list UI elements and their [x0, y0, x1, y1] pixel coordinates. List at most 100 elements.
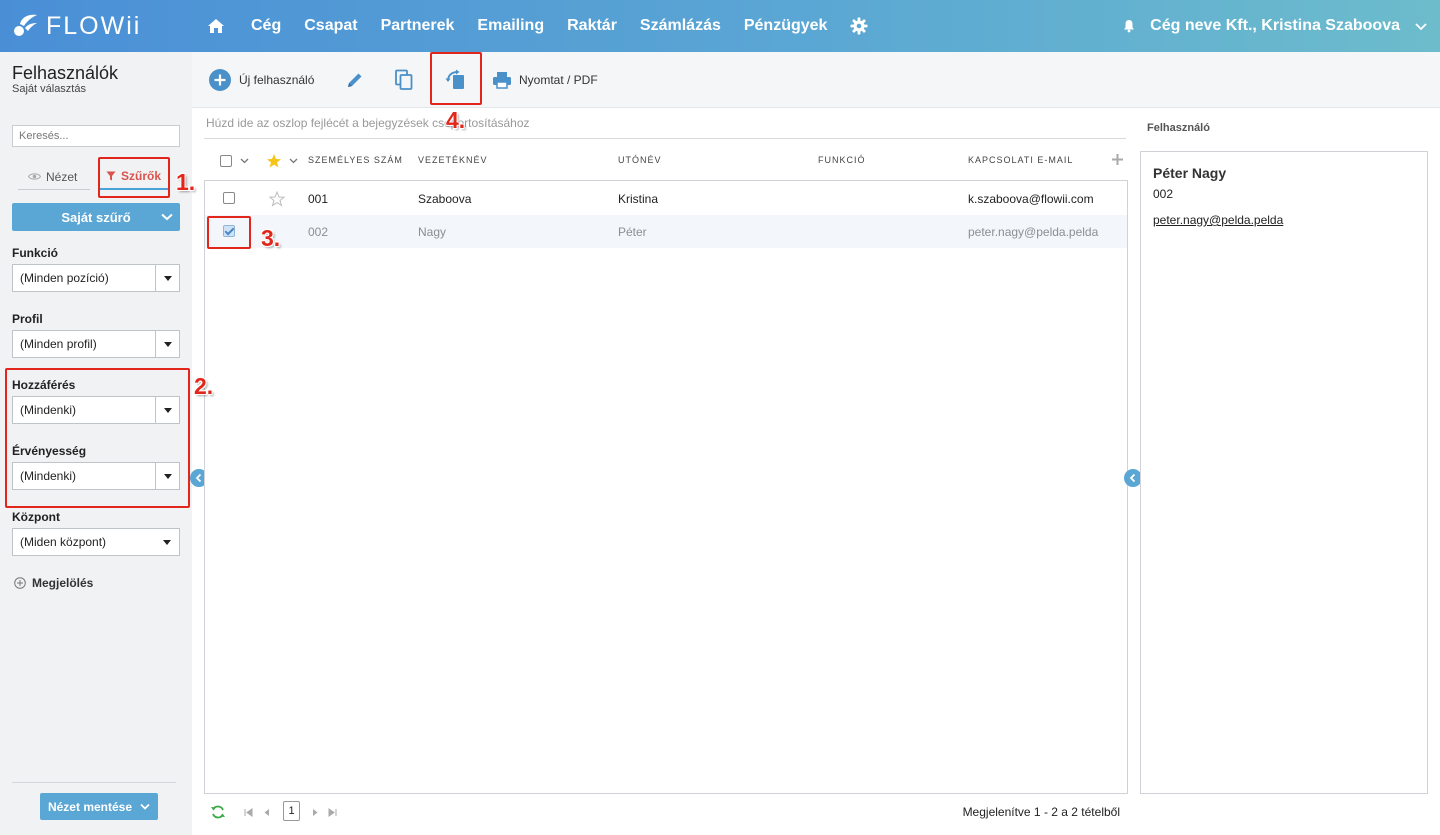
- table-row[interactable]: 001 Szaboova Kristina k.szaboova@flowii.…: [205, 182, 1127, 215]
- table-row[interactable]: 002 Nagy Péter peter.nagy@pelda.pelda: [205, 215, 1127, 248]
- nav-item-csapat[interactable]: Csapat: [304, 17, 357, 35]
- column-header-number[interactable]: Személyes szám: [308, 155, 403, 165]
- function-select[interactable]: (Minden pozíció): [12, 264, 180, 292]
- user-menu[interactable]: Cég neve Kft., Kristina Szaboova: [1122, 0, 1428, 52]
- filter-label-funkcio: Funkció: [12, 246, 59, 260]
- center-select-value: (Miden központ): [20, 535, 107, 549]
- star-filter-icon[interactable]: [266, 153, 282, 169]
- select-all-checkbox[interactable]: [220, 155, 232, 167]
- annotation-number-2: 2.: [194, 373, 214, 399]
- copy-icon: [395, 69, 413, 90]
- nav-item-emailing[interactable]: Emailing: [477, 17, 544, 35]
- detail-name: Péter Nagy: [1153, 165, 1227, 181]
- pager-info: Megjelenítve 1 - 2 a 2 tételből: [962, 805, 1120, 819]
- profile-select-value: (Minden profil): [20, 337, 97, 351]
- flowii-logo-icon: [14, 14, 37, 36]
- chevron-down-icon: [161, 213, 173, 221]
- pager: 1 Megjelenítve 1 - 2 a 2 tételből: [204, 798, 1128, 826]
- plus-circle-icon: [14, 577, 26, 589]
- own-filter-label: Saját szűrő: [61, 209, 131, 225]
- own-filter-dropdown[interactable]: [154, 203, 180, 231]
- chevron-down-icon: [140, 803, 150, 810]
- dropdown-arrow-icon: [155, 265, 179, 291]
- column-header-function[interactable]: Funkció: [818, 155, 866, 165]
- add-mark-button[interactable]: Megjelölés: [14, 576, 93, 590]
- dropdown-arrow-icon: [155, 529, 179, 555]
- tab-view[interactable]: Nézet: [18, 164, 90, 190]
- logo-text: FLOWii: [46, 11, 142, 40]
- prev-page-icon[interactable]: [263, 808, 270, 817]
- grid-header: Személyes szám Vezetéknév Utónév Funkció…: [204, 146, 1126, 174]
- detail-email-link[interactable]: peter.nagy@pelda.pelda: [1153, 213, 1283, 227]
- own-filter-button[interactable]: Saját szűrő: [12, 203, 180, 231]
- chevron-left-icon: [1129, 473, 1136, 483]
- printer-icon: [493, 72, 511, 89]
- nav-item-szamlazas[interactable]: Számlázás: [640, 17, 721, 35]
- refresh-icon[interactable]: [210, 804, 226, 820]
- last-page-icon[interactable]: [328, 808, 337, 817]
- edit-button[interactable]: [345, 66, 365, 94]
- new-user-label: Új felhasználó: [239, 73, 315, 87]
- cell-last-name: Szaboova: [418, 192, 472, 206]
- nav-item-ceg[interactable]: Cég: [251, 17, 281, 35]
- eye-icon: [28, 173, 41, 180]
- page-title: Felhasználók: [12, 63, 119, 83]
- add-column-icon[interactable]: [1111, 153, 1124, 166]
- home-icon[interactable]: [205, 15, 227, 37]
- print-pdf-label: Nyomtat / PDF: [519, 73, 598, 87]
- top-navigation-bar: FLOWii Cég Csapat Partnerek Emailing Rak…: [0, 0, 1440, 52]
- grid-body: 001 Szaboova Kristina k.szaboova@flowii.…: [204, 180, 1128, 794]
- column-header-email[interactable]: Kapcsolati e-mail: [968, 155, 1073, 165]
- cell-last-name: Nagy: [418, 225, 447, 239]
- center-select[interactable]: (Miden központ): [12, 528, 180, 556]
- nav-item-partnerek[interactable]: Partnerek: [381, 17, 455, 35]
- current-page[interactable]: 1: [283, 801, 300, 821]
- main-nav: Cég Csapat Partnerek Emailing Raktár Szá…: [205, 0, 868, 52]
- nav-item-penzugyek[interactable]: Pénzügyek: [744, 17, 828, 35]
- cell-first-name: Péter: [618, 225, 647, 239]
- cell-number: 002: [308, 225, 329, 239]
- page-subtitle: Saját választás: [12, 83, 86, 95]
- tab-view-label: Nézet: [46, 169, 78, 184]
- cell-number: 001: [308, 192, 329, 206]
- group-by-hint[interactable]: Húzd ide az oszlop fejlécét a bejegyzése…: [206, 116, 530, 130]
- sidebar-divider: [12, 782, 176, 783]
- user-detail-panel: Péter Nagy 002 peter.nagy@pelda.pelda: [1140, 151, 1428, 794]
- annotation-box-4: [430, 52, 482, 105]
- copy-button[interactable]: [394, 66, 414, 94]
- group-area-divider: [204, 138, 1126, 139]
- print-pdf-button[interactable]: Nyomtat / PDF: [492, 66, 598, 94]
- chevron-down-icon[interactable]: [240, 158, 249, 164]
- profile-select[interactable]: (Minden profil): [12, 330, 180, 358]
- cell-email: k.szaboova@flowii.com: [968, 192, 1094, 206]
- annotation-number-4: 4.: [446, 107, 466, 133]
- next-page-icon[interactable]: [312, 808, 319, 817]
- user-company-name[interactable]: Cég neve Kft., Kristina Szaboova: [1150, 17, 1400, 35]
- detail-number: 002: [1153, 187, 1174, 201]
- detail-tab-user[interactable]: Felhasználó: [1147, 122, 1210, 134]
- toolbar: Új felhasználó Nyomtat / PDF: [192, 52, 1440, 108]
- cell-email: peter.nagy@pelda.pelda: [968, 225, 1099, 239]
- nav-item-raktar[interactable]: Raktár: [567, 17, 617, 35]
- add-circle-icon: [209, 69, 231, 91]
- column-header-first-name[interactable]: Utónév: [618, 155, 662, 165]
- save-view-button[interactable]: Nézet mentése: [40, 793, 158, 820]
- flowii-logo[interactable]: FLOWii: [12, 8, 141, 44]
- row-checkbox[interactable]: [223, 192, 235, 204]
- function-select-value: (Minden pozíció): [20, 271, 109, 285]
- chevron-down-icon[interactable]: [1414, 19, 1428, 33]
- gear-icon[interactable]: [850, 17, 868, 35]
- star-icon[interactable]: [269, 191, 285, 207]
- chevron-left-icon: [195, 473, 202, 483]
- bell-icon[interactable]: [1122, 19, 1136, 33]
- search-input[interactable]: [12, 125, 180, 147]
- dropdown-arrow-icon: [155, 331, 179, 357]
- annotation-box-2: [5, 368, 190, 508]
- pencil-icon: [348, 73, 362, 87]
- chevron-down-icon[interactable]: [289, 158, 298, 164]
- new-user-button[interactable]: Új felhasználó: [208, 66, 314, 94]
- column-header-last-name[interactable]: Vezetéknév: [418, 155, 488, 165]
- first-page-icon[interactable]: [244, 808, 253, 817]
- annotation-box-3: [207, 216, 251, 249]
- filter-label-profil: Profil: [12, 312, 43, 326]
